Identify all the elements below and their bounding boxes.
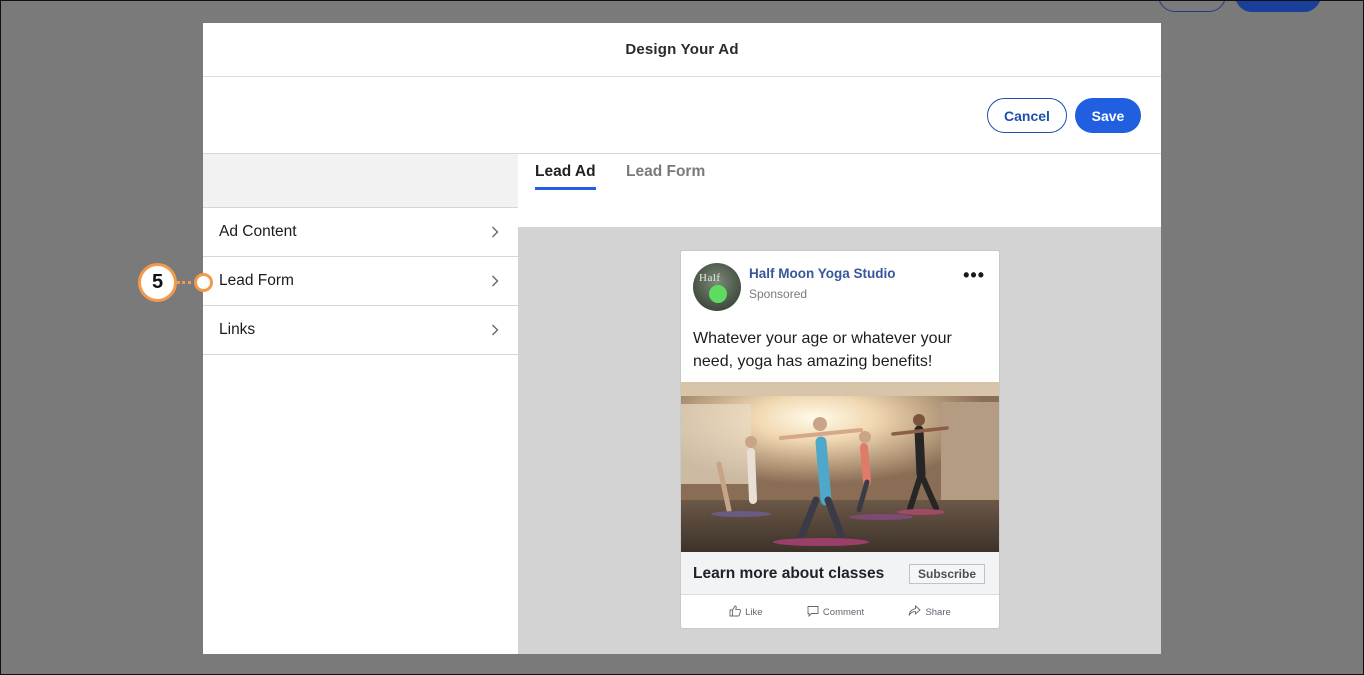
page-name-link[interactable]: Half Moon Yoga Studio bbox=[749, 266, 896, 281]
sidebar-header bbox=[203, 154, 518, 208]
tab-bar: Lead Ad Lead Form bbox=[518, 154, 1161, 227]
thumbs-up-icon bbox=[729, 605, 742, 620]
cta-headline: Learn more about classes bbox=[693, 565, 885, 582]
callout-target-dot bbox=[194, 273, 213, 292]
tab-lead-ad[interactable]: Lead Ad bbox=[535, 163, 596, 190]
modal-action-bar: Cancel Save bbox=[203, 77, 1161, 154]
like-label: Like bbox=[745, 607, 763, 618]
modal-body: Ad Content Lead Form Links Lead Ad Lead … bbox=[203, 154, 1161, 654]
subscribe-button[interactable]: Subscribe bbox=[909, 564, 985, 584]
chevron-right-icon bbox=[488, 225, 502, 239]
preview-panel: Lead Ad Lead Form Half Half Moon Yoga St… bbox=[518, 154, 1161, 654]
share-label: Share bbox=[925, 607, 951, 618]
share-icon bbox=[908, 604, 922, 620]
comment-label: Comment bbox=[822, 607, 865, 618]
like-action[interactable]: Like bbox=[729, 605, 763, 620]
modal-title: Design Your Ad bbox=[625, 41, 739, 58]
ad-image bbox=[681, 382, 999, 552]
chevron-right-icon bbox=[488, 274, 502, 288]
sidebar-item-label: Ad Content bbox=[219, 223, 297, 240]
step-callout-badge: 5 bbox=[138, 263, 177, 302]
background-outline-button bbox=[1158, 0, 1226, 12]
tab-lead-form[interactable]: Lead Form bbox=[626, 163, 705, 187]
sponsored-label: Sponsored bbox=[749, 287, 808, 301]
save-button[interactable]: Save bbox=[1075, 98, 1141, 133]
sidebar-item-ad-content[interactable]: Ad Content bbox=[203, 208, 518, 257]
share-action[interactable]: Share bbox=[908, 604, 951, 620]
facebook-ad-preview: Half Half Moon Yoga Studio Sponsored •••… bbox=[680, 250, 1000, 629]
cancel-button[interactable]: Cancel bbox=[987, 98, 1067, 133]
cta-row: Learn more about classes Subscribe bbox=[681, 552, 999, 595]
chevron-right-icon bbox=[488, 323, 502, 337]
sidebar-item-lead-form[interactable]: Lead Form bbox=[203, 257, 518, 306]
ad-body-text: Whatever your age or whatever your need,… bbox=[693, 330, 952, 370]
sidebar-item-links[interactable]: Links bbox=[203, 306, 518, 355]
background-solid-button bbox=[1235, 0, 1321, 12]
more-options-icon[interactable]: ••• bbox=[963, 265, 985, 286]
page-avatar: Half bbox=[693, 263, 741, 311]
comment-icon bbox=[807, 605, 819, 620]
avatar-text: Half bbox=[699, 272, 721, 284]
design-ad-modal: Design Your Ad Cancel Save Ad Content Le… bbox=[203, 23, 1161, 654]
sidebar: Ad Content Lead Form Links bbox=[203, 154, 518, 654]
comment-action[interactable]: Comment bbox=[807, 605, 864, 620]
moon-icon bbox=[709, 285, 727, 303]
modal-header: Design Your Ad bbox=[203, 23, 1161, 77]
sidebar-item-label: Lead Form bbox=[219, 272, 294, 289]
sidebar-item-label: Links bbox=[219, 321, 256, 338]
post-actions: Like Comment Share bbox=[681, 596, 999, 628]
